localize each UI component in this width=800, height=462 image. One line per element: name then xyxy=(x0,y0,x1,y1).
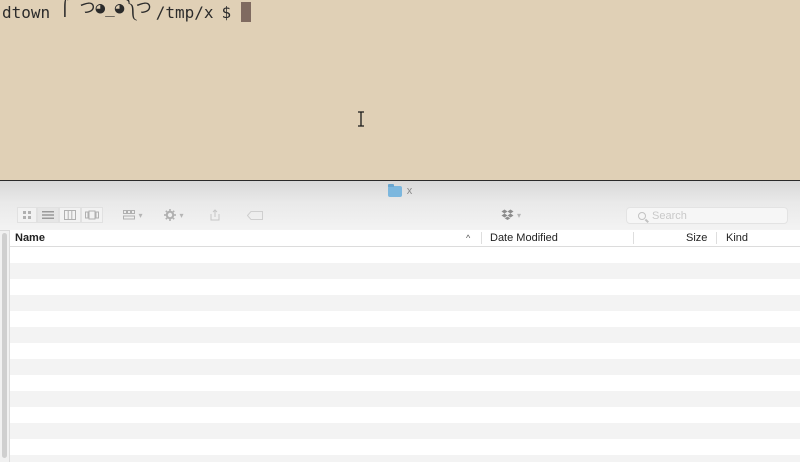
dropbox-icon xyxy=(501,209,514,220)
screen: dtown ⌠ つ◕_◕༽つ /tmp/x $ x ▾ ▾ ▾ Search N… xyxy=(0,0,800,462)
sort-ascending-icon: ^ xyxy=(466,233,471,243)
finder-titlebar[interactable]: x xyxy=(0,181,800,201)
share-button[interactable] xyxy=(205,207,225,223)
column-separator[interactable] xyxy=(481,232,482,244)
prompt-hostname: dtown xyxy=(2,2,51,22)
cover-flow-button[interactable] xyxy=(81,207,103,223)
search-icon xyxy=(638,211,646,220)
search-field[interactable] xyxy=(626,207,788,224)
chevron-down-icon: ▾ xyxy=(138,210,143,220)
folder-icon xyxy=(387,183,402,197)
cover-flow-icon xyxy=(85,210,99,220)
arrange-group: ▾ xyxy=(118,206,148,224)
action-group: ▾ xyxy=(160,206,188,224)
prompt-symbol: $ xyxy=(221,2,232,22)
title-wrap: x xyxy=(387,183,413,197)
column-header-date-label: Date Modified xyxy=(490,232,558,244)
window-title: x xyxy=(406,185,413,197)
action-button[interactable]: ▾ xyxy=(160,207,188,223)
search-input[interactable] xyxy=(652,209,772,222)
column-header-kind-label: Kind xyxy=(726,232,749,244)
finder-toolbar: ▾ ▾ ▾ Search xyxy=(0,201,800,231)
icon-view-icon xyxy=(23,211,31,219)
terminal-block-cursor xyxy=(241,2,252,22)
dropbox-group: ▾ xyxy=(496,206,526,224)
ibeam-cursor-icon xyxy=(358,111,364,127)
column-header-name[interactable]: Name xyxy=(15,230,475,246)
sidebar-edge xyxy=(0,231,10,462)
list-view-icon xyxy=(42,211,54,219)
column-header-name-label: Name xyxy=(15,232,45,244)
list-view-button[interactable] xyxy=(37,207,59,223)
column-separator[interactable] xyxy=(633,232,634,244)
column-header-date-modified[interactable]: Date Modified xyxy=(490,230,670,246)
column-header-size[interactable]: Size xyxy=(686,230,716,246)
sidebar-scrollbar[interactable] xyxy=(2,233,7,458)
terminal-prompt-line: dtown ⌠ つ◕_◕༽つ /tmp/x $ xyxy=(2,0,252,22)
dropbox-button[interactable]: ▾ xyxy=(496,207,526,223)
arrange-button[interactable]: ▾ xyxy=(118,207,148,223)
finder-window: x ▾ ▾ ▾ Search Name ^ Date Modified Size… xyxy=(0,181,800,462)
tag-icon xyxy=(247,210,263,220)
view-mode-group xyxy=(17,206,103,224)
share-icon xyxy=(210,209,220,221)
share-group xyxy=(205,206,225,224)
column-view-icon xyxy=(64,210,76,220)
chevron-down-icon: ▾ xyxy=(179,210,184,220)
list-header: Name ^ Date Modified Size Kind xyxy=(10,230,800,247)
column-separator[interactable] xyxy=(716,232,717,244)
prompt-face-glyphs: ⌠ つ◕_◕༽つ xyxy=(60,0,152,17)
column-header-kind[interactable]: Kind xyxy=(726,230,796,246)
icon-view-button[interactable] xyxy=(17,207,37,223)
arrange-icon xyxy=(123,210,136,220)
prompt-path: /tmp/x xyxy=(155,2,214,22)
file-list[interactable] xyxy=(10,247,800,462)
column-view-button[interactable] xyxy=(59,207,81,223)
tag-button[interactable] xyxy=(243,207,267,223)
tag-group xyxy=(243,206,267,224)
gear-icon xyxy=(164,209,177,221)
chevron-down-icon: ▾ xyxy=(516,210,521,220)
terminal-window[interactable]: dtown ⌠ つ◕_◕༽つ /tmp/x $ xyxy=(0,0,800,181)
column-header-size-label: Size xyxy=(686,232,708,244)
